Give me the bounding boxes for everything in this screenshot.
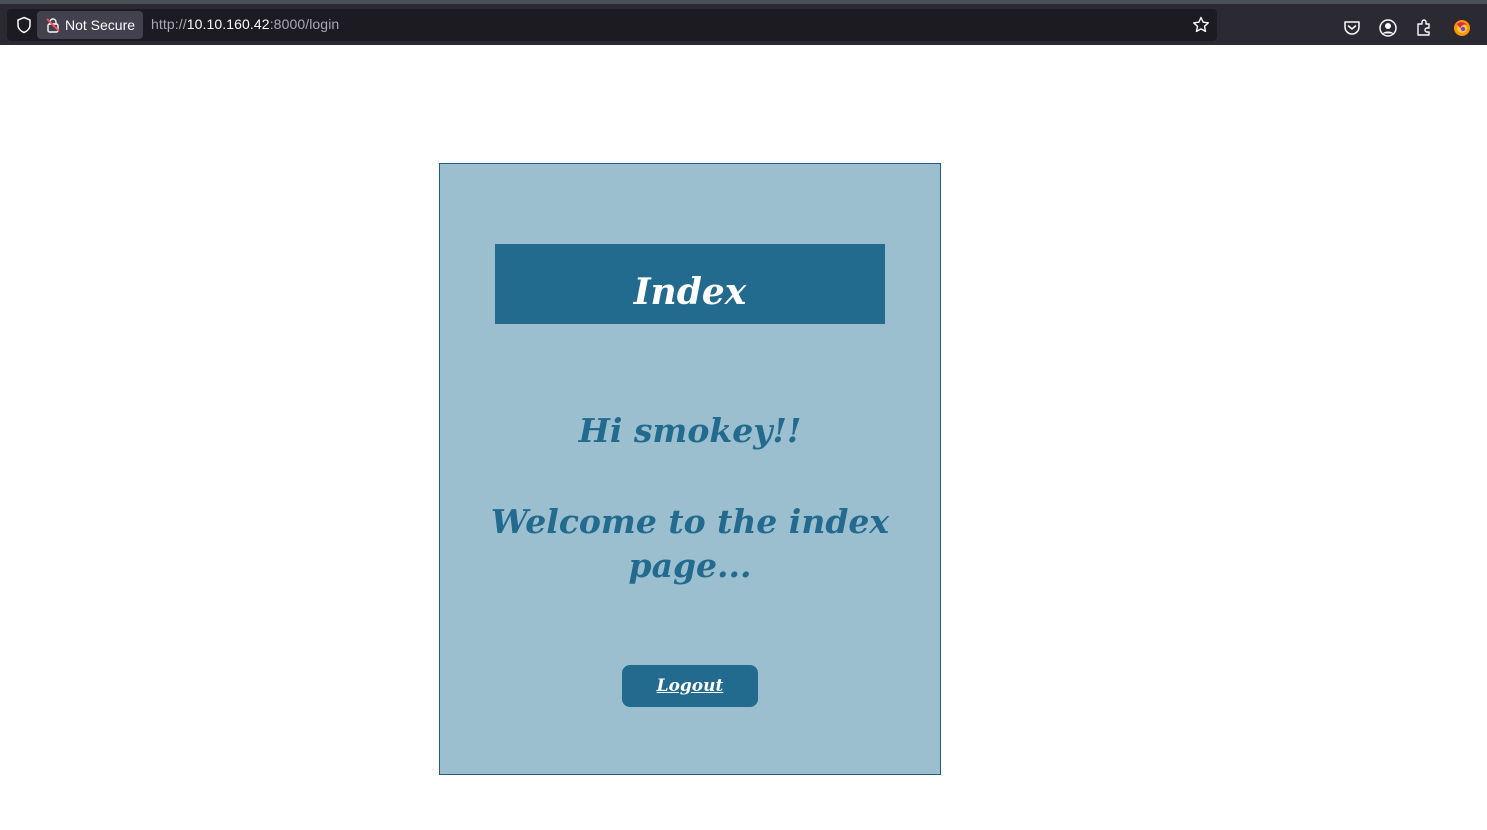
url-prefix: http:// (151, 16, 187, 32)
page-title: Index (633, 271, 747, 313)
extensions-icon[interactable] (1414, 18, 1434, 38)
card-header: Index (495, 244, 885, 324)
pocket-icon[interactable] (1342, 18, 1362, 38)
bookmark-star-icon[interactable] (1191, 15, 1211, 35)
security-indicator[interactable]: Not Secure (37, 11, 144, 39)
greeting-text: Hi smokey!! (578, 411, 802, 450)
browser-toolbar: Not Secure http://10.10.160.42:8000/logi… (0, 0, 1487, 45)
firefox-menu-icon[interactable] (1452, 18, 1472, 38)
url-suffix: :8000/login (269, 16, 340, 32)
index-card: Index Hi smokey!! Welcome to the index p… (439, 163, 941, 775)
url-host: 10.10.160.42 (186, 16, 270, 32)
shield-icon[interactable] (15, 16, 33, 34)
logout-button[interactable]: Logout (622, 665, 758, 707)
security-label: Not Secure (65, 17, 136, 33)
welcome-message: Welcome to the index page... (490, 502, 890, 585)
address-bar[interactable]: Not Secure http://10.10.160.42:8000/logi… (7, 9, 1217, 41)
url-text[interactable]: http://10.10.160.42:8000/login (151, 16, 339, 32)
account-icon[interactable] (1378, 18, 1398, 38)
lock-warning-icon (46, 18, 60, 33)
